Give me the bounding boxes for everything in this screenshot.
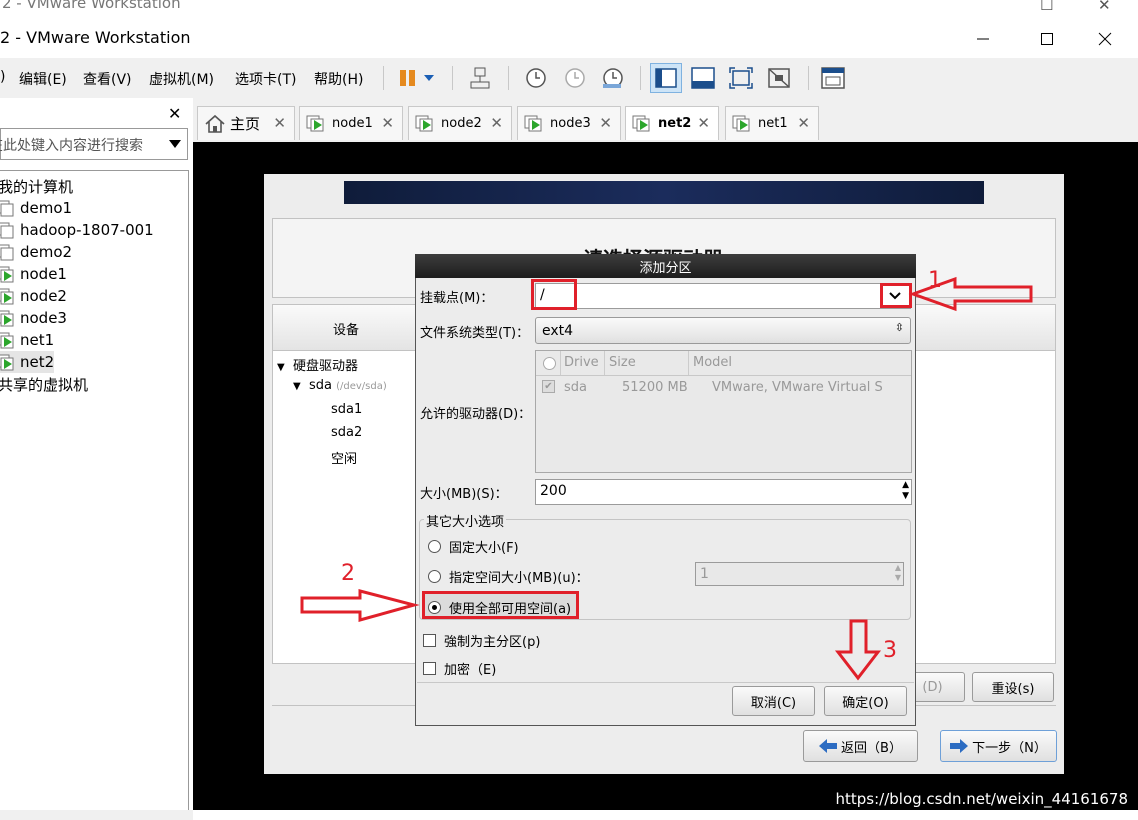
annotation-number-3: 3 bbox=[883, 638, 897, 663]
watermark: https://blog.csdn.net/weixin_44161678 bbox=[835, 790, 1128, 808]
annotation-number-1: 1 bbox=[928, 268, 942, 293]
annotation-arrows bbox=[300, 276, 1033, 681]
annotation-number-2: 2 bbox=[341, 561, 355, 586]
